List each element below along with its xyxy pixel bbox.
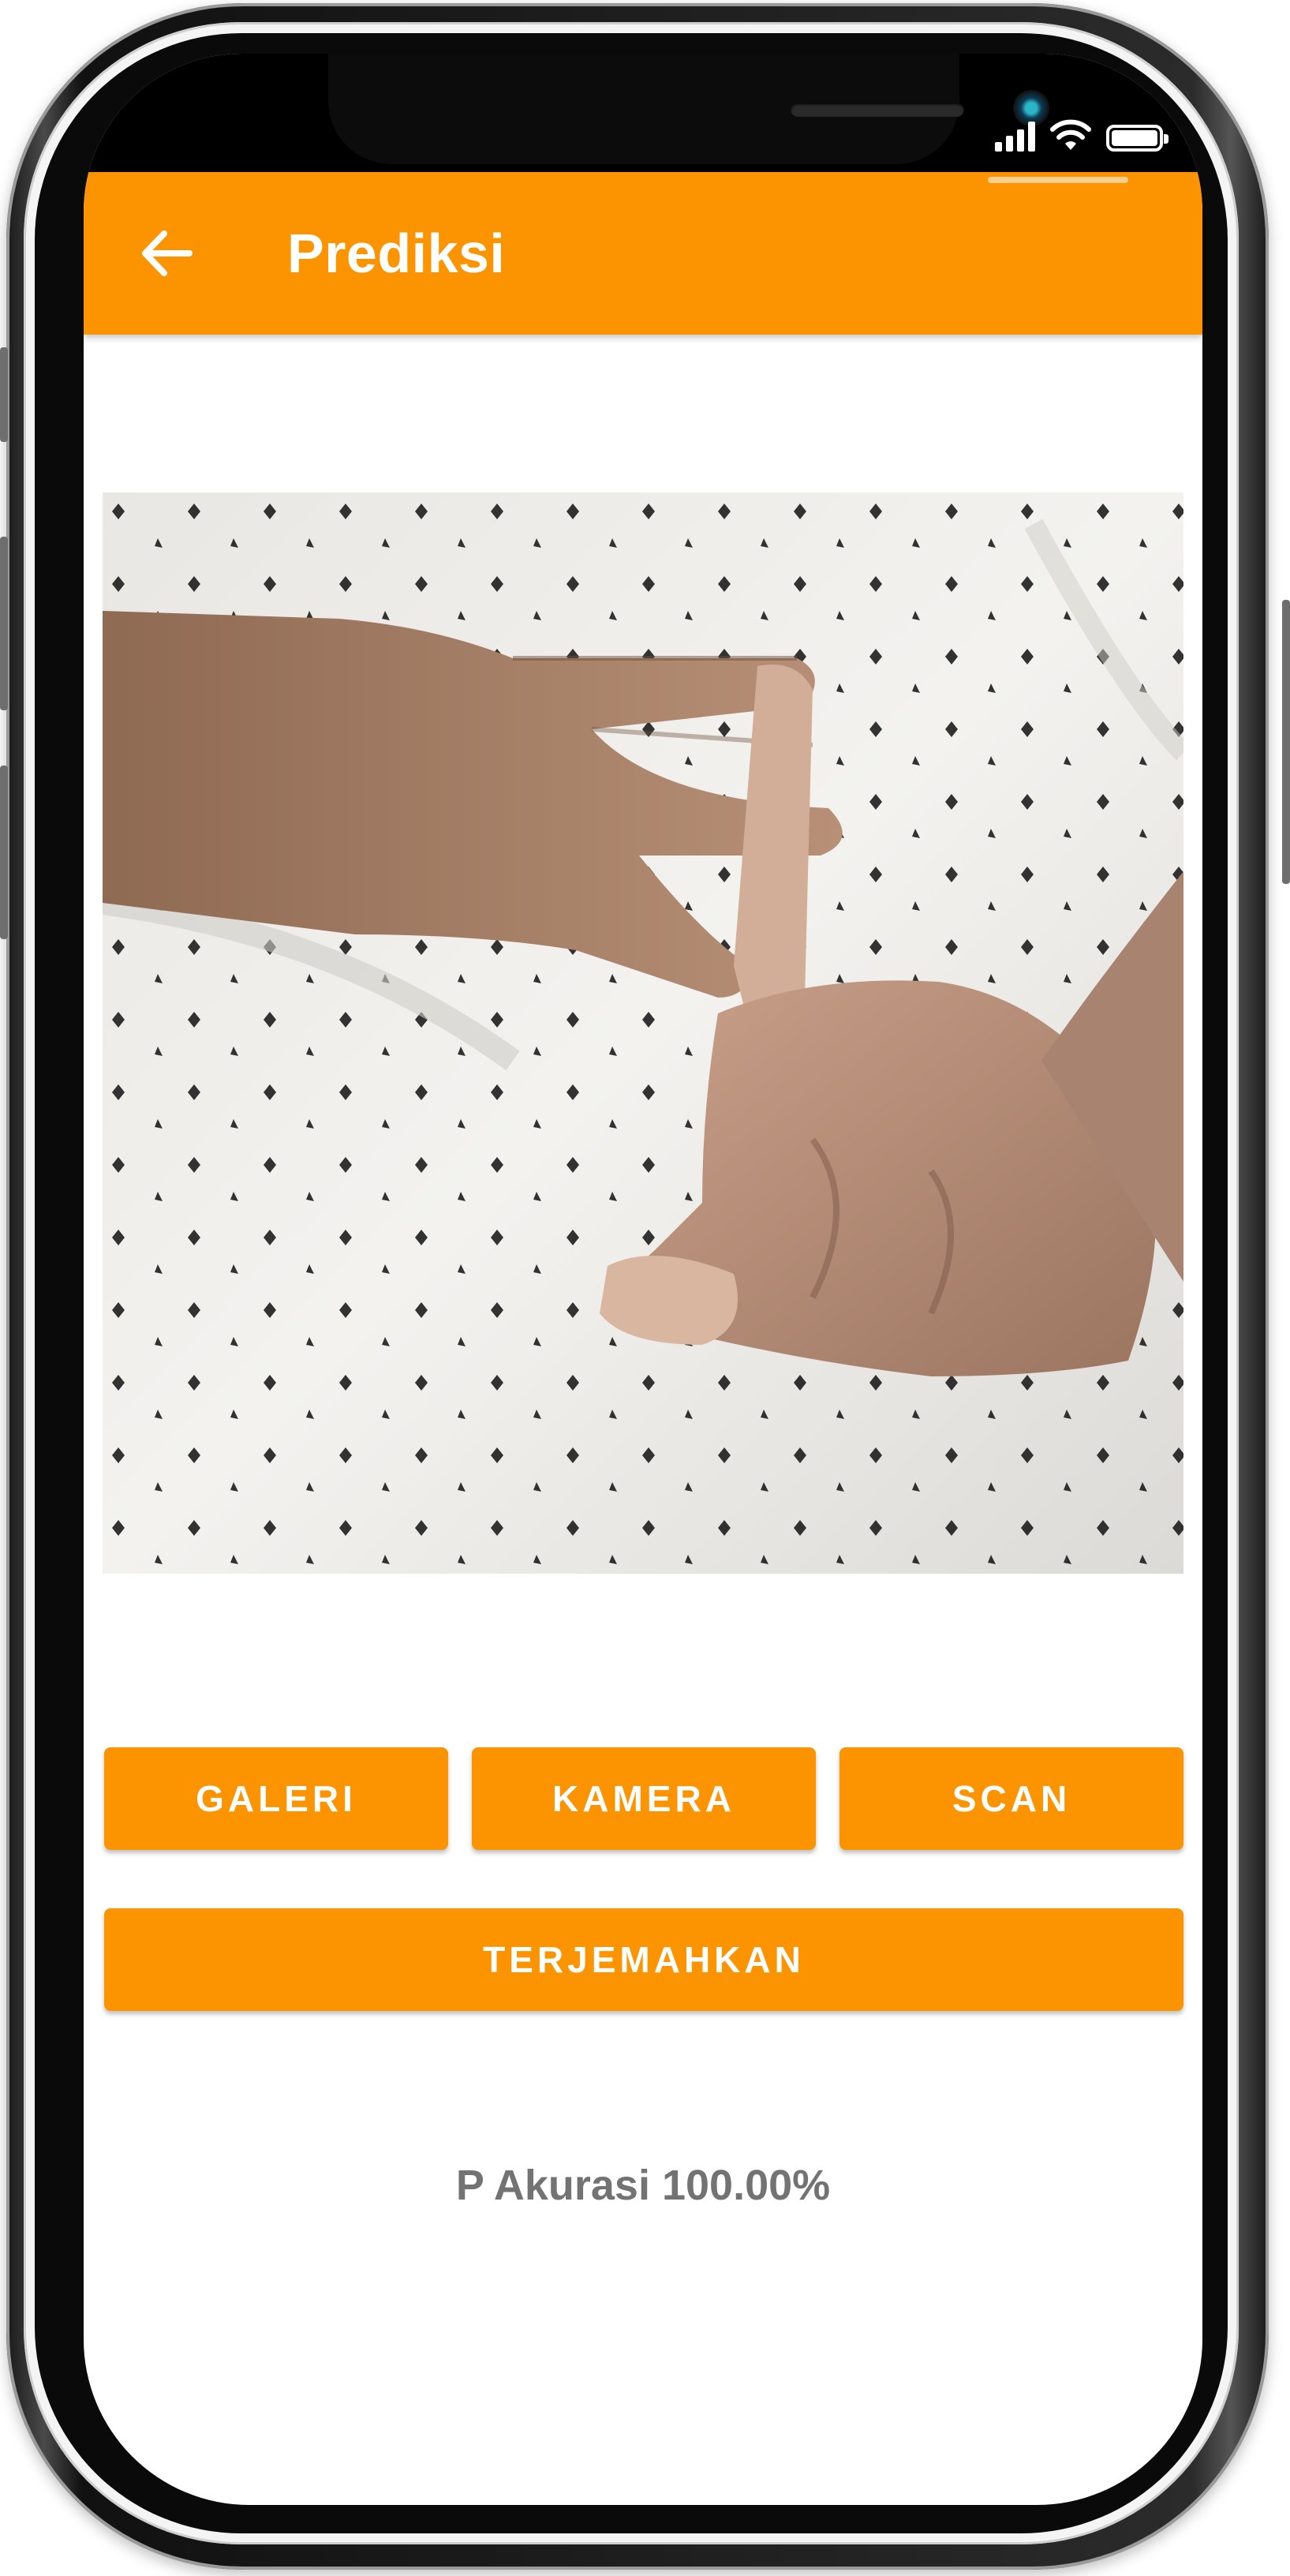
arrow-left-icon bbox=[142, 230, 193, 276]
page-title: Prediksi bbox=[287, 223, 506, 284]
prediction-result: P Akurasi 100.00% bbox=[455, 2162, 831, 2209]
terjemahkan-button[interactable]: TERJEMAHKAN bbox=[104, 1908, 1183, 2011]
speaker-grille bbox=[791, 103, 964, 117]
back-button[interactable] bbox=[131, 218, 202, 289]
phone-screen: Prediksi GALERI KAMERA SCAN TERJEMAHKAN … bbox=[84, 54, 1202, 2505]
home-indicator bbox=[988, 177, 1128, 183]
galeri-button[interactable]: GALERI bbox=[104, 1747, 448, 1850]
signal-icon bbox=[995, 120, 1035, 152]
side-button-silent bbox=[0, 347, 8, 442]
app-bar: Prediksi bbox=[84, 172, 1202, 335]
hand-sign-photo bbox=[103, 492, 1183, 1574]
battery-icon bbox=[1106, 125, 1168, 152]
status-bar bbox=[84, 54, 1202, 172]
status-icons bbox=[995, 118, 1168, 152]
kamera-button[interactable]: KAMERA bbox=[472, 1747, 816, 1850]
stage: Prediksi GALERI KAMERA SCAN TERJEMAHKAN … bbox=[0, 0, 1290, 2576]
side-button-power bbox=[1282, 600, 1290, 884]
photo-illustration bbox=[103, 492, 1183, 1574]
side-button-volume-down bbox=[0, 766, 8, 939]
notch bbox=[328, 54, 1049, 164]
wifi-icon bbox=[1050, 119, 1091, 150]
scan-button[interactable]: SCAN bbox=[839, 1747, 1183, 1850]
side-button-volume-up bbox=[0, 537, 8, 710]
